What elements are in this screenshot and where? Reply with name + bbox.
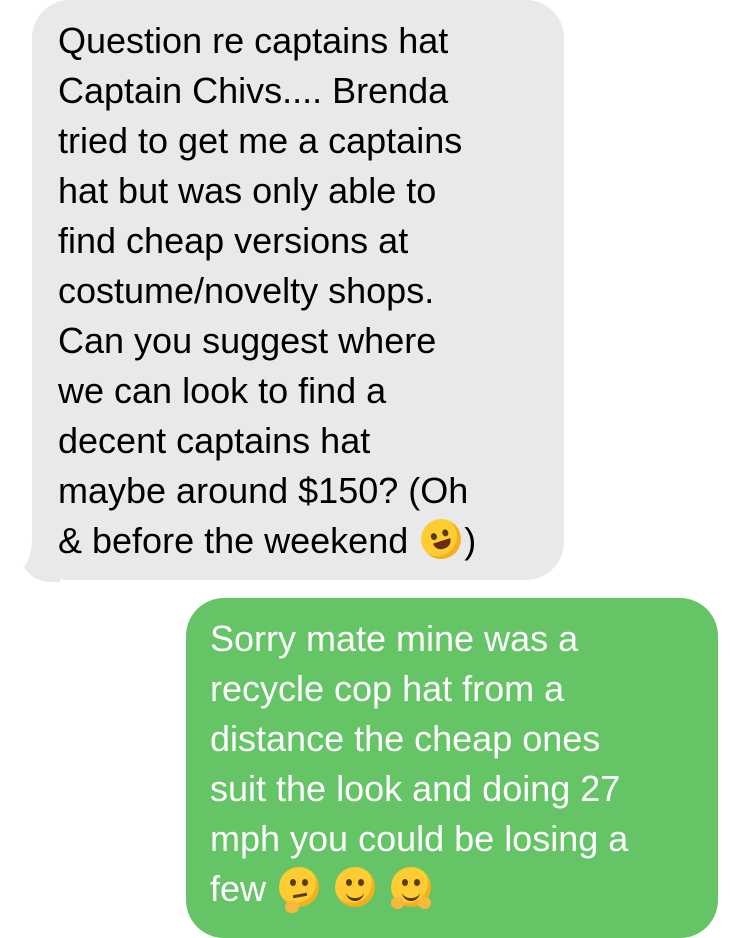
message-line: distance the cheap ones [210, 718, 601, 759]
message-thread: Question re captains hat Captain Chivs..… [0, 0, 750, 938]
outgoing-message-bubble[interactable]: Sorry mate mine was a recycle cop hat fr… [186, 598, 718, 938]
smiling-face-emoji [335, 867, 376, 907]
hugging-face-emoji [391, 867, 432, 909]
rolling-on-floor-laughing-emoji [416, 513, 467, 565]
incoming-bubble-tail-mask [0, 534, 32, 580]
incoming-message-bubble[interactable]: Question re captains hat Captain Chivs..… [32, 0, 564, 580]
thinking-face-emoji [279, 867, 320, 913]
message-line: costume/novelty shops. [58, 270, 435, 311]
message-line: maybe around $150? (Oh [58, 470, 469, 511]
message-line: mph you could be losing a [210, 818, 629, 859]
message-line: decent captains hat [58, 420, 371, 461]
message-line: Sorry mate mine was a [210, 618, 579, 659]
message-line-last: & before the weekend ) [58, 513, 544, 566]
message-line: hat but was only able to [58, 170, 437, 211]
message-line-last: few [210, 864, 698, 914]
message-line: Captain Chivs.... Brenda [58, 70, 449, 111]
message-line-text: & before the weekend [58, 520, 409, 561]
message-line: find cheap versions at [58, 220, 409, 261]
message-line: suit the look and doing 27 [210, 768, 621, 809]
message-line: Can you suggest where [58, 320, 437, 361]
message-line: tried to get me a captains [58, 120, 463, 161]
message-line-text: ) [464, 520, 477, 561]
message-line: recycle cop hat from a [210, 668, 565, 709]
message-line: Question re captains hat [58, 20, 449, 61]
message-line: we can look to find a [58, 370, 387, 411]
message-line-text: few [210, 868, 267, 909]
